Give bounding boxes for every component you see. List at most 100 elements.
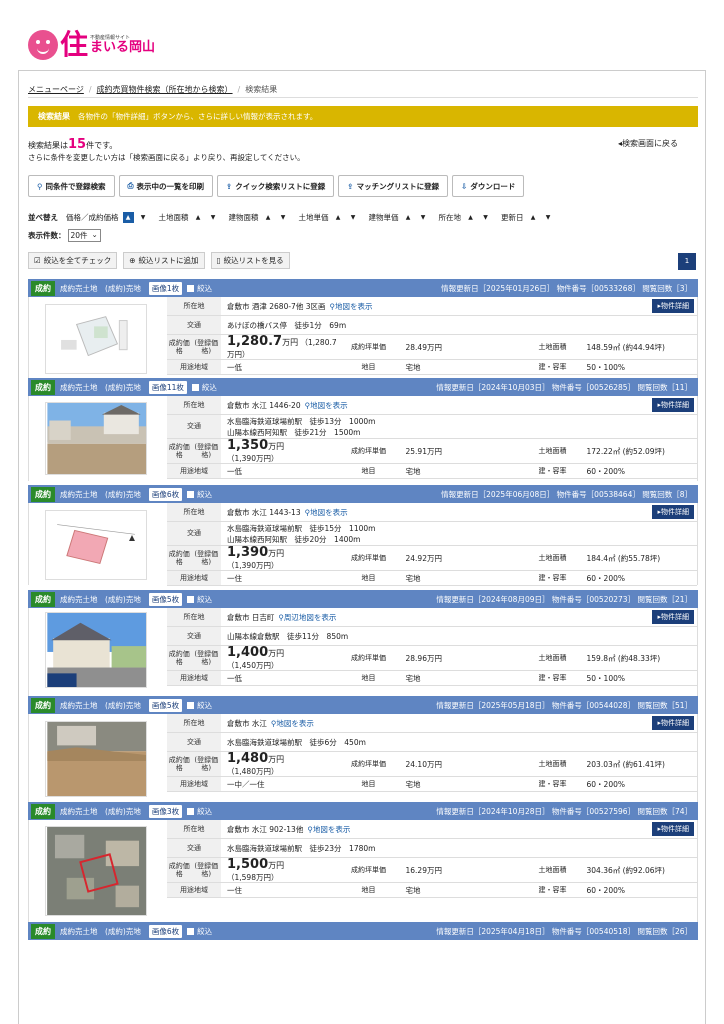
filter-label: 絞込 (197, 806, 213, 816)
property-photo[interactable] (45, 826, 147, 916)
sort-desc-icon[interactable]: ▼ (138, 212, 149, 223)
image-count-button[interactable]: 画像3枚 (148, 804, 183, 818)
add-filter-list-button[interactable]: ⊕ 絞込リストに追加 (123, 252, 205, 269)
property-detail-button[interactable]: ▸物件詳細 (652, 398, 694, 412)
property-photo[interactable] (45, 612, 147, 688)
property-detail-button[interactable]: ▸物件詳細 (652, 610, 694, 624)
contract-badge: 成約 (31, 697, 55, 713)
sort-asc-icon[interactable]: ▲ (528, 212, 539, 223)
sort-asc-icon[interactable]: ▲ (465, 212, 476, 223)
map-link[interactable]: ⚲地図を表示 (330, 301, 373, 312)
sort-desc-icon[interactable]: ▼ (480, 212, 491, 223)
property-detail-label: 物件詳細 (661, 508, 689, 516)
filter-checkbox[interactable] (191, 383, 199, 391)
property-detail-button[interactable]: ▸物件詳細 (652, 716, 694, 730)
sort-desc-icon[interactable]: ▼ (348, 212, 359, 223)
sort-asc-icon[interactable]: ▲ (193, 212, 204, 223)
sort-asc-icon[interactable]: ▲ (263, 212, 274, 223)
site-logo[interactable]: 住 不動産情報サイト まいる岡山 (28, 30, 155, 60)
price-label: 成約価格 (登録価格) (167, 858, 221, 882)
price-label-text: 成約価格 (168, 649, 190, 666)
map-link[interactable]: ⚲地図を表示 (271, 718, 314, 729)
coverage-ratio-value: 60・200% (586, 779, 626, 789)
land-area-value: 172.22㎡ (約52.09坪) (586, 446, 665, 456)
sort-key-building-unit: 建物単価 (368, 213, 399, 222)
listing-header: 成約 成約売土地 (成約)売地 画像6枚 絞込 情報更新日［2025年04月18… (28, 922, 698, 940)
property-photo[interactable] (45, 402, 147, 475)
map-link[interactable]: ⚲地図を表示 (307, 824, 350, 835)
download-button[interactable]: ⇩ ダウンロード (452, 175, 525, 197)
traffic-value: あけぼの橋バス停 徒歩1分 69m (221, 320, 346, 331)
image-count-button[interactable]: 画像5枚 (148, 698, 183, 712)
image-count-button[interactable]: 画像11枚 (148, 380, 187, 394)
unit-price-value: 24.10万円 (405, 759, 442, 769)
matching-list-label: マッチングリストに登録 (356, 181, 440, 191)
page-number-button[interactable]: 1 (678, 253, 696, 270)
filter-checkbox[interactable] (187, 807, 195, 815)
image-count-button[interactable]: 画像6枚 (148, 924, 183, 938)
property-photo[interactable]: ▲ (45, 510, 147, 580)
price-value: 1,280.7万円 （1,280.7万円） (221, 334, 338, 360)
image-count-button[interactable]: 画像1枚 (148, 281, 183, 295)
breadcrumb-menu-link[interactable]: メニューページ (28, 85, 84, 94)
per-page-select[interactable]: 20件 ⌄ (67, 229, 101, 242)
property-detail-button[interactable]: ▸物件詳細 (652, 299, 694, 313)
map-link[interactable]: ⚲周辺地図を表示 (278, 612, 336, 623)
sort-desc-icon[interactable]: ▼ (418, 212, 429, 223)
sort-desc-icon[interactable]: ▼ (543, 212, 554, 223)
map-link-label: 地図を表示 (310, 400, 348, 410)
property-photo[interactable] (45, 721, 147, 797)
map-link-label: 地図を表示 (312, 824, 351, 834)
quick-list-button[interactable]: ⇪ クイック検索リストに登録 (217, 175, 335, 197)
per-page-value: 20件 (70, 231, 88, 240)
filter-checkbox[interactable] (187, 284, 195, 292)
filter-checkbox[interactable] (187, 927, 195, 935)
listing-details: 所在地 倉敷市 酒津 2680-7他 3区画 ⚲地図を表示 ▸物件詳細 交通 あけ… (167, 297, 697, 375)
land-category-value: 宅地 (405, 673, 421, 683)
filter-checkbox[interactable] (187, 490, 195, 498)
svg-text:▲: ▲ (129, 533, 135, 542)
property-detail-label: 物件詳細 (661, 719, 689, 727)
address-value: 倉敷市 水江 902-13他 (227, 824, 304, 834)
sort-asc-icon[interactable]: ▲ (403, 212, 414, 223)
save-search-button[interactable]: ⚲ 同条件で登録検索 (28, 175, 115, 197)
sort-key-land-unit: 土地単価 (298, 213, 329, 222)
sort-asc-icon[interactable]: ▲ (122, 212, 134, 223)
land-area-label: 土地面積 (538, 447, 567, 455)
filter-checkbox[interactable] (187, 595, 195, 603)
property-photo[interactable] (45, 304, 147, 374)
sort-desc-icon[interactable]: ▼ (208, 212, 219, 223)
traffic-label: 交通 (167, 415, 221, 438)
save-search-label: 同条件で登録検索 (45, 181, 106, 191)
property-detail-label: 物件詳細 (661, 825, 689, 833)
land-area-label: 土地面積 (538, 554, 567, 562)
notice-text: 各物件の「物件詳細」ボタンから、さらに詳しい情報が表示されます。 (78, 112, 318, 121)
filter-checkbox[interactable] (187, 701, 195, 709)
sort-desc-icon[interactable]: ▼ (278, 212, 289, 223)
traffic-label: 交通 (167, 627, 221, 645)
check-all-button[interactable]: ☑ 絞込を全てチェック (28, 252, 118, 269)
map-link[interactable]: ⚲地図を表示 (305, 507, 348, 518)
view-filter-list-button[interactable]: ▯ 絞込リストを見る (210, 252, 290, 269)
print-icon: ⎙ (127, 181, 134, 190)
zoning-label: 用途地域 (167, 883, 221, 897)
listing-meta: 情報更新日［2024年08月09日］ 物件番号［00520273］ 閲覧回数［2… (436, 594, 692, 604)
listing-meta: 情報更新日［2025年05月18日］ 物件番号［00544028］ 閲覧回数［5… (436, 700, 692, 710)
print-list-button[interactable]: ⎙ 表示中の一覧を印刷 (118, 175, 213, 197)
unit-price-value: 16.29万円 (405, 865, 442, 875)
property-detail-button[interactable]: ▸物件詳細 (652, 505, 694, 519)
price-number: 1,500 (227, 857, 269, 872)
unit-price-value: 28.49万円 (405, 342, 442, 352)
back-to-search-button[interactable]: ◂検索画面に戻る (618, 138, 678, 149)
image-count-button[interactable]: 画像5枚 (148, 592, 183, 606)
zoning-label: 用途地域 (167, 671, 221, 685)
land-category-value: 宅地 (405, 885, 421, 895)
map-link[interactable]: ⚲地図を表示 (305, 400, 348, 411)
property-detail-button[interactable]: ▸物件詳細 (652, 822, 694, 836)
land-area-label: 土地面積 (538, 760, 567, 768)
breadcrumb-search-link[interactable]: 成約売買物件検索（所在地から検索） (97, 85, 233, 94)
traffic-value: 水島臨海鉄道球場前駅 徒歩13分 1000m 山陽本線西阿知駅 徒歩21分 150… (221, 416, 375, 438)
image-count-button[interactable]: 画像6枚 (148, 487, 183, 501)
matching-list-button[interactable]: ⇪ マッチングリストに登録 (338, 175, 449, 197)
sort-asc-icon[interactable]: ▲ (333, 212, 344, 223)
